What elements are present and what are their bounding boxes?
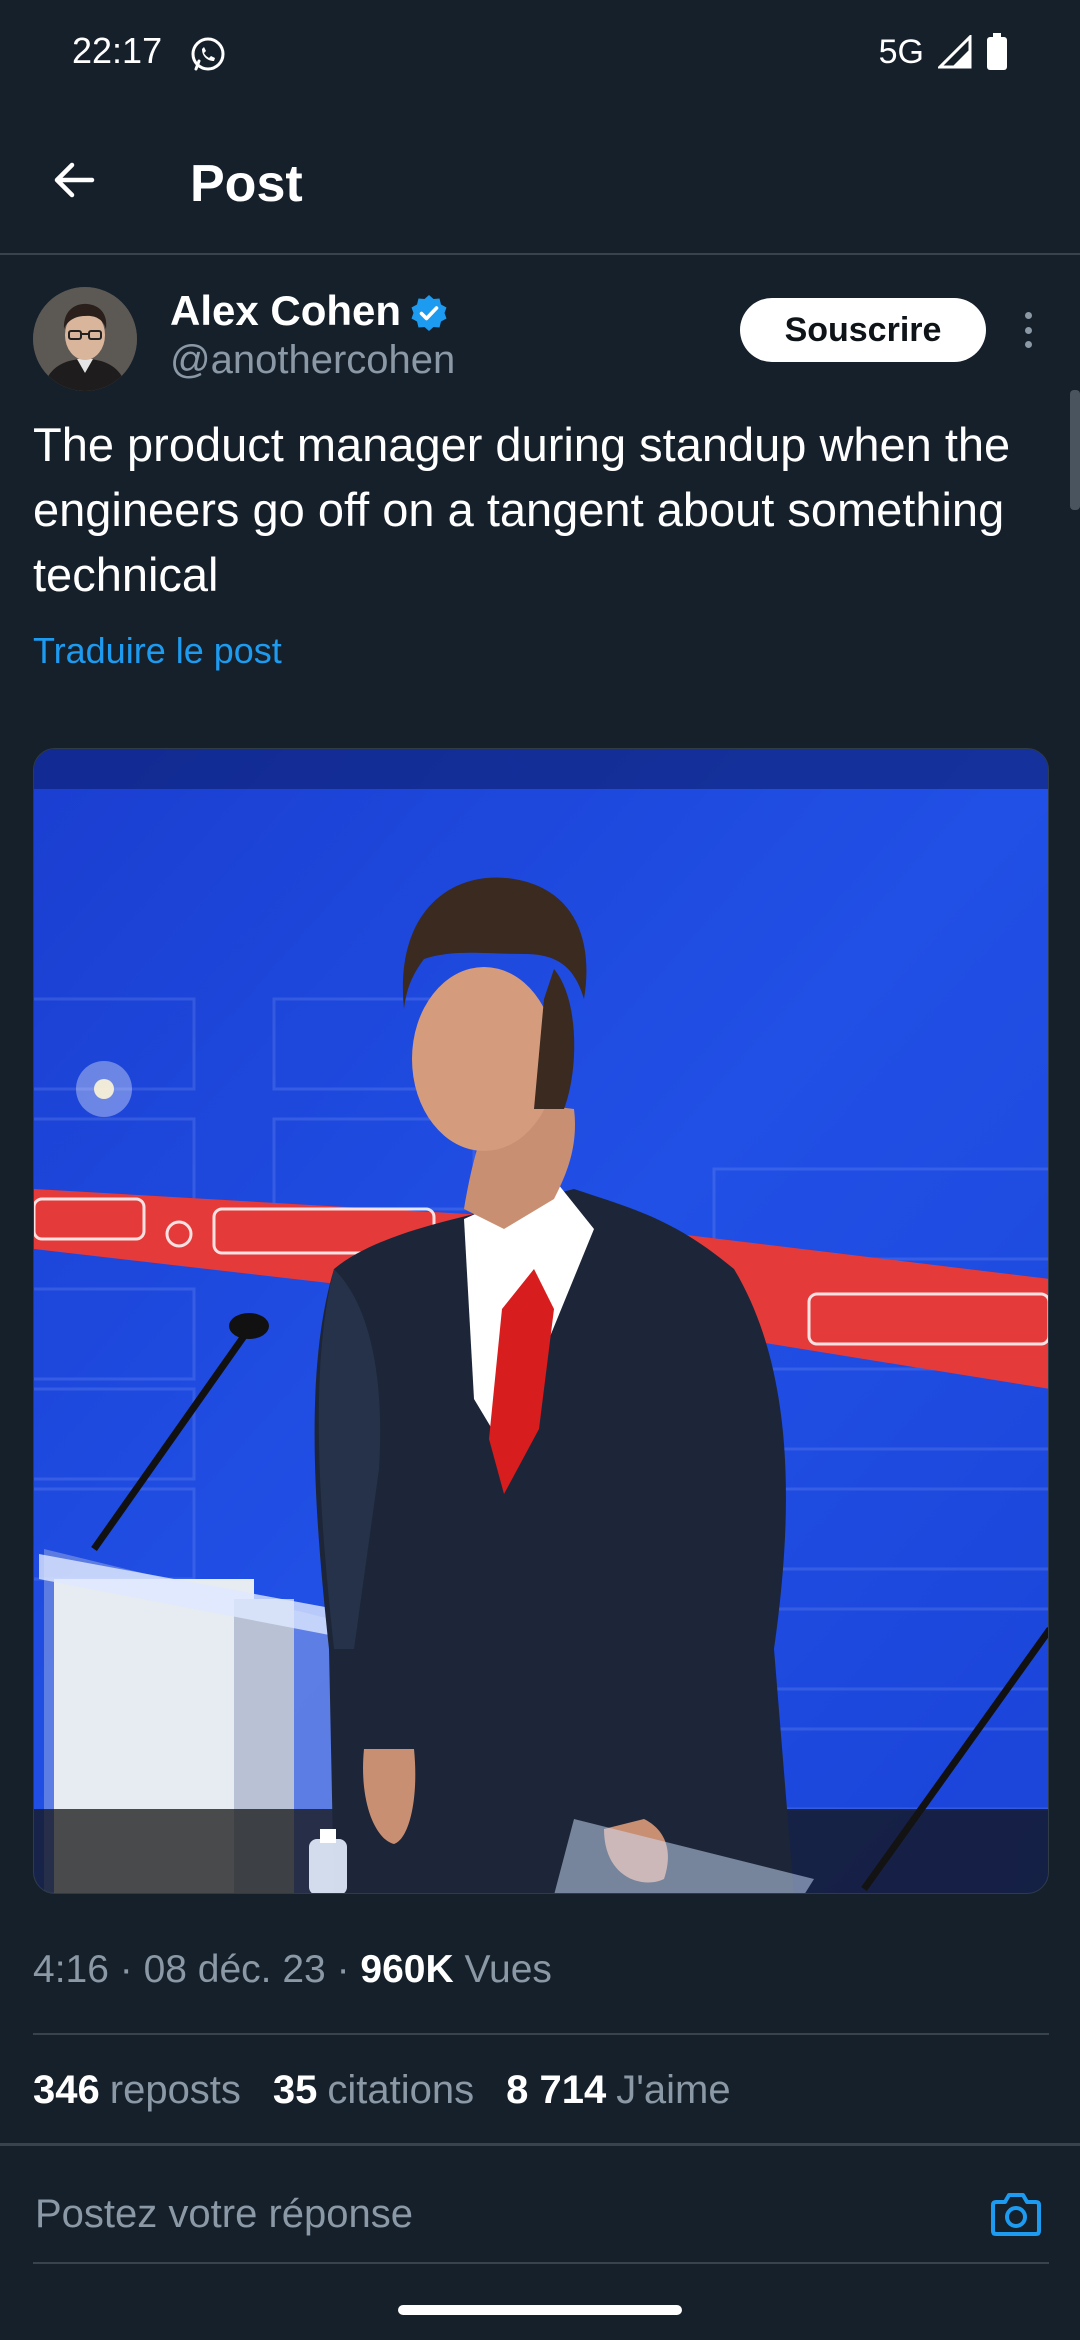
reposts-stat[interactable]: 346 reposts <box>33 2068 241 2113</box>
signal-icon <box>938 35 972 69</box>
likes-count: 8 714 <box>506 2068 607 2112</box>
post-date: 08 déc. 23 <box>143 1948 326 1991</box>
likes-label: J'aime <box>616 2068 731 2112</box>
avatar[interactable] <box>33 287 137 391</box>
status-indicators: 5G <box>879 30 1008 74</box>
post-photo <box>34 749 1048 1893</box>
quotes-label: citations <box>327 2068 475 2112</box>
author-handle[interactable]: @anothercohen <box>170 338 455 383</box>
post-text: The product manager during standup when … <box>33 418 1011 601</box>
reposts-count: 346 <box>33 2068 100 2112</box>
status-time: 22:17 <box>72 30 163 71</box>
post-image[interactable] <box>33 748 1049 1894</box>
author-name[interactable]: Alex Cohen <box>170 287 401 335</box>
quotes-count: 35 <box>272 2068 318 2112</box>
translate-link[interactable]: Traduire le post <box>33 630 282 672</box>
whatsapp-icon <box>191 37 225 71</box>
header: Post <box>0 110 1080 255</box>
post-meta: 4:16 · 08 déc. 23 · 960K Vues <box>33 1948 552 1991</box>
scrollbar[interactable] <box>1070 390 1080 510</box>
reposts-label: reposts <box>109 2068 241 2112</box>
back-button[interactable] <box>38 144 110 216</box>
likes-stat[interactable]: 8 714 J'aime <box>506 2068 730 2113</box>
divider <box>33 2262 1049 2264</box>
reply-bar <box>0 2146 1080 2266</box>
arrow-left-icon <box>54 162 95 198</box>
more-options-button[interactable] <box>1010 306 1046 354</box>
views-label: Vues <box>464 1948 552 1991</box>
more-dot-icon <box>1024 326 1032 334</box>
more-dot-icon <box>1024 312 1032 319</box>
verified-badge-icon <box>411 295 447 331</box>
post-stats: 346 reposts 35 citations 8 714 J'aime <box>33 2068 731 2113</box>
reply-input[interactable] <box>33 2186 933 2242</box>
post-time: 4:16 <box>33 1948 109 1991</box>
more-dot-icon <box>1024 341 1032 348</box>
page-title: Post <box>190 155 303 213</box>
status-bar: 22:17 5G <box>0 0 1080 110</box>
network-label: 5G <box>878 32 924 71</box>
camera-icon[interactable] <box>988 2186 1044 2242</box>
quotes-stat[interactable]: 35 citations <box>273 2068 474 2113</box>
battery-icon <box>987 33 1007 70</box>
subscribe-button[interactable]: Souscrire <box>740 298 986 362</box>
views-count: 960K <box>360 1948 454 1991</box>
avatar-image <box>33 287 137 391</box>
divider <box>33 2033 1049 2035</box>
home-indicator[interactable] <box>398 2305 682 2315</box>
